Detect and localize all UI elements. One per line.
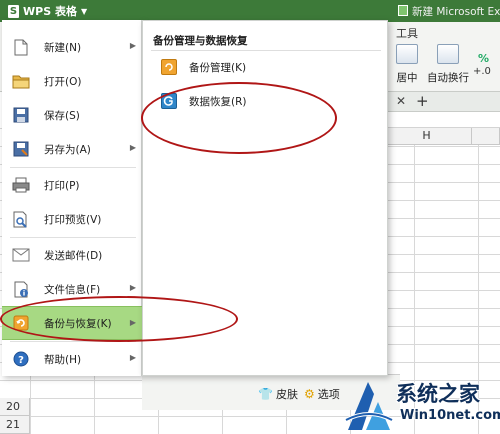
document-title: 新建 Microsoft Exce: [412, 6, 500, 18]
menu-item-label: 帮助(H): [44, 353, 82, 366]
submenu-title: 备份管理与数据恢复: [153, 35, 248, 47]
menu-item-save-as[interactable]: 另存为(A) ▶: [2, 132, 142, 166]
watermark-logo-icon: [345, 382, 393, 430]
column-header-i[interactable]: [472, 128, 500, 145]
merge-center-label: 居中: [396, 72, 418, 84]
menu-item-label: 保存(S): [44, 109, 80, 122]
document-tab[interactable]: 新建 Microsoft Exce: [398, 4, 500, 19]
open-folder-icon: [12, 72, 30, 90]
mail-icon: [12, 246, 30, 264]
menu-item-help[interactable]: ? 帮助(H) ▶: [2, 342, 142, 376]
percent-style-icon[interactable]: %: [478, 52, 489, 65]
options-button[interactable]: ⚙ 选项: [304, 386, 340, 402]
print-preview-icon: [12, 210, 30, 228]
wrap-text-icon: [437, 44, 459, 64]
tab-tools[interactable]: 工具: [396, 25, 418, 41]
submenu-divider: [151, 50, 381, 51]
chevron-right-icon: ▶: [129, 41, 136, 50]
merge-center-button[interactable]: 居中: [390, 44, 424, 85]
title-bar: S WPS 表格 ▼ 新建 Microsoft Exce: [0, 0, 500, 22]
menu-item-send-mail[interactable]: 发送邮件(D): [2, 238, 142, 272]
watermark-title: 系统之家: [396, 382, 480, 406]
wps-app-menu-button[interactable]: S WPS 表格 ▼: [4, 2, 91, 20]
save-as-icon: [12, 140, 30, 158]
wps-app-menu-label: WPS 表格: [23, 5, 77, 18]
print-icon: [12, 176, 30, 194]
menu-item-label: 打开(O): [44, 75, 82, 88]
menu-item-label: 新建(N): [44, 41, 82, 54]
menu-item-save[interactable]: 保存(S): [2, 98, 142, 132]
shirt-icon: 👕: [258, 387, 273, 401]
gear-icon: ⚙: [304, 387, 315, 401]
merge-center-icon: [396, 44, 418, 64]
skin-label: 皮肤: [275, 388, 298, 401]
menu-item-print-preview[interactable]: 打印预览(V): [2, 202, 142, 236]
chevron-right-icon: ▶: [129, 143, 136, 152]
help-icon: ?: [12, 350, 30, 368]
chevron-right-icon: ▶: [129, 353, 136, 362]
watermark-site: Win10net.com: [400, 408, 500, 423]
save-icon: [12, 106, 30, 124]
highlight-ellipse-backup: [0, 296, 238, 342]
row-header-20[interactable]: 20: [0, 398, 30, 416]
submenu-item-label: 备份管理(K): [189, 61, 247, 74]
submenu-item-backup-manage[interactable]: 备份管理(K): [161, 55, 246, 79]
wrap-text-button[interactable]: 自动换行: [426, 44, 470, 85]
row-header-21[interactable]: 21: [0, 416, 30, 434]
menu-item-new[interactable]: 新建(N) ▶: [2, 30, 142, 64]
chevron-down-icon: ▼: [80, 6, 88, 16]
new-doc-icon: [12, 38, 30, 56]
file-info-icon: [12, 280, 30, 298]
close-icon[interactable]: ✕: [396, 94, 406, 108]
backup-manage-icon: [161, 59, 177, 75]
menu-item-label: 打印预览(V): [44, 213, 102, 226]
add-tab-icon[interactable]: +: [416, 92, 429, 110]
watermark: 系统之家 Win10net.com: [344, 378, 500, 434]
wps-logo-icon: S: [8, 4, 19, 18]
options-label: 选项: [317, 388, 340, 401]
menu-item-open[interactable]: 打开(O): [2, 64, 142, 98]
menu-item-print[interactable]: 打印(P): [2, 168, 142, 202]
skin-button[interactable]: 👕 皮肤: [258, 386, 298, 402]
spreadsheet-file-icon: [398, 5, 408, 16]
menu-item-label: 另存为(A): [44, 143, 91, 156]
highlight-ellipse-recovery: [141, 82, 337, 154]
menu-item-label: 发送邮件(D): [44, 249, 103, 262]
menu-item-label: 文件信息(F): [44, 283, 101, 296]
column-header-h[interactable]: H: [382, 128, 472, 145]
menu-item-label: 打印(P): [44, 179, 80, 192]
svg-text:?: ?: [18, 355, 24, 366]
formula-bar[interactable]: [380, 112, 500, 128]
sheet-tab-strip: ✕ +: [380, 92, 500, 112]
wrap-text-label: 自动换行: [427, 72, 469, 84]
chevron-right-icon: ▶: [129, 283, 136, 292]
increase-decimal-icon[interactable]: +.0: [473, 66, 491, 77]
